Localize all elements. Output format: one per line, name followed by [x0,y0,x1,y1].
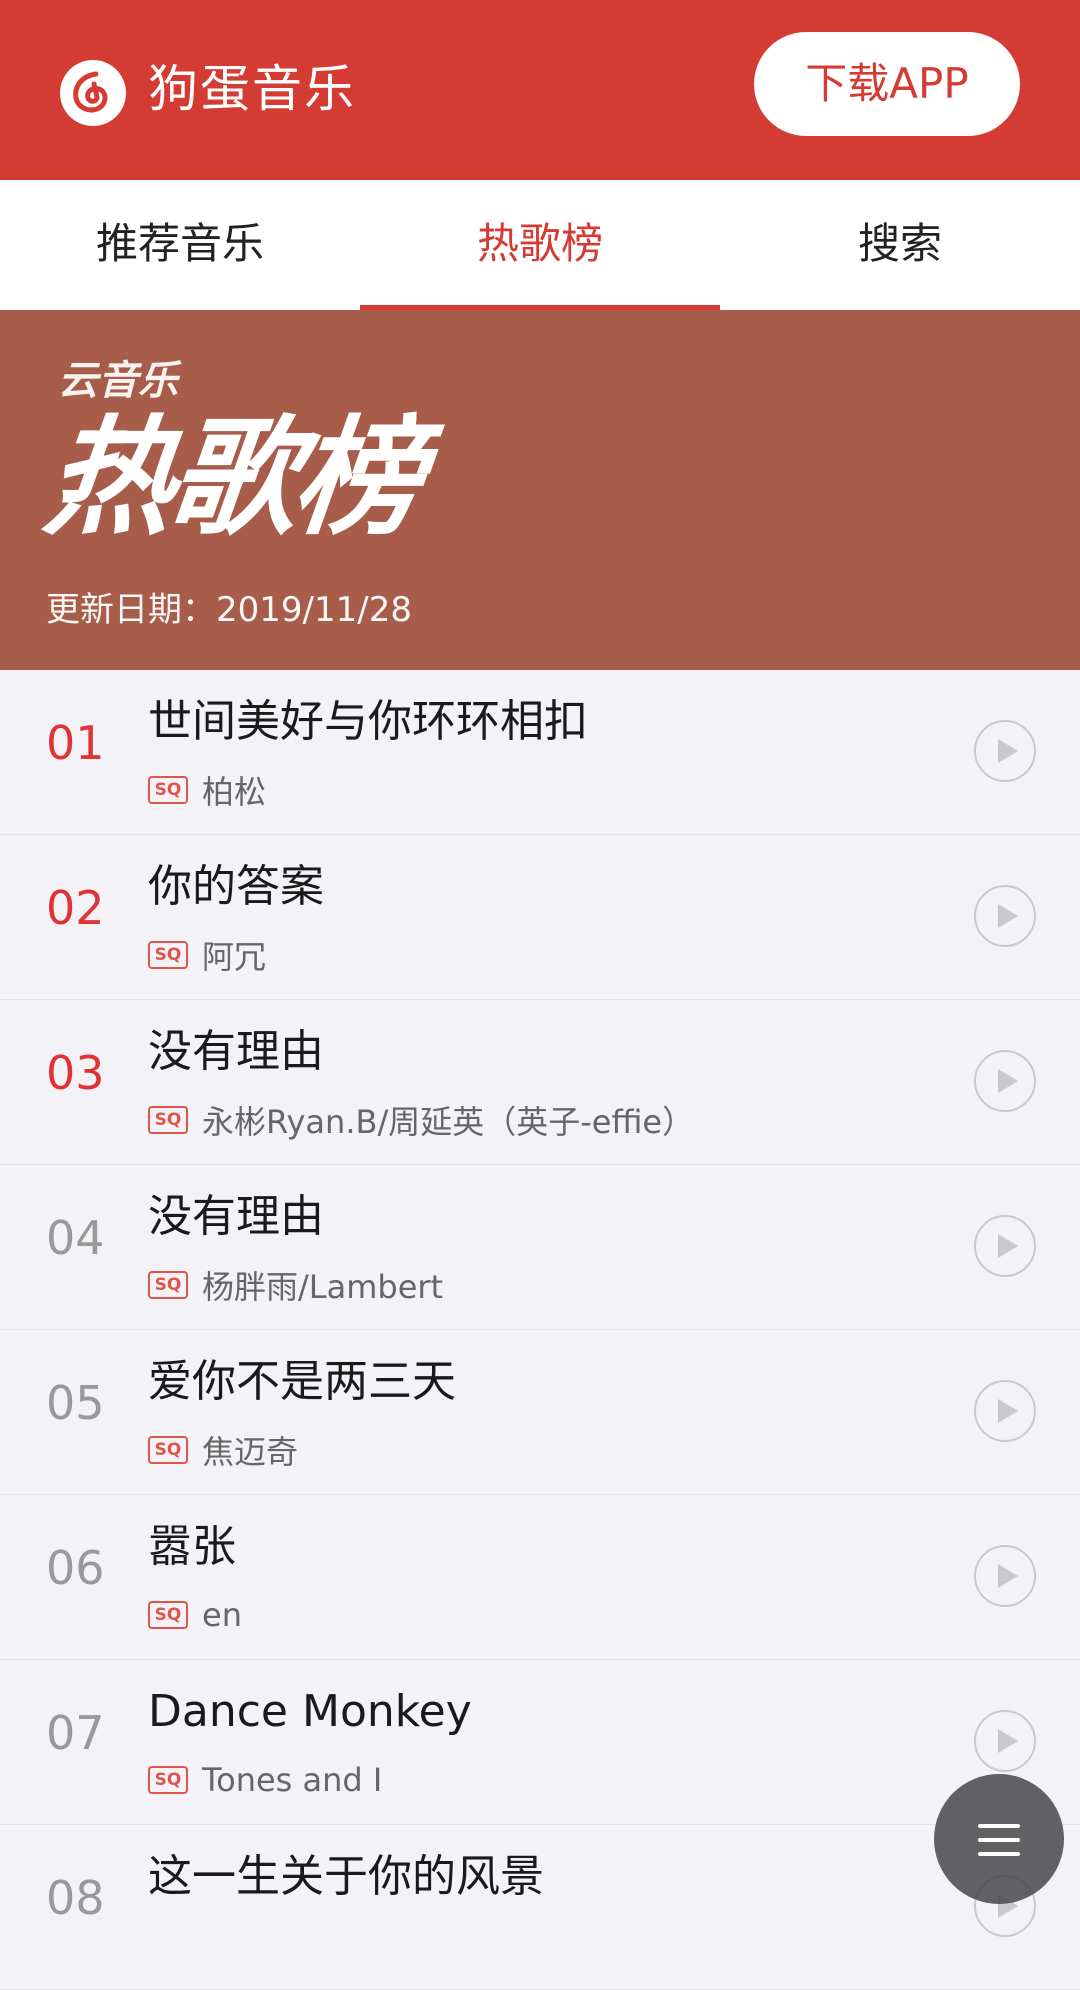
download-app-button[interactable]: 下载APP [754,32,1020,136]
song-row[interactable]: 04 没有理由 SQ 杨胖雨/Lambert [0,1165,1080,1330]
song-row[interactable]: 02 你的答案 SQ 阿冗 [0,835,1080,1000]
song-artist: en [202,1596,242,1634]
play-button[interactable] [974,885,1036,947]
song-title: 没有理由 [148,1191,324,1242]
song-title: 你的答案 [148,861,324,912]
sq-quality-badge: SQ [148,1436,188,1464]
song-meta: SQ 焦迈奇 [148,1428,928,1472]
play-icon [998,1564,1018,1588]
song-artist: 杨胖雨/Lambert [202,1268,444,1306]
app-header: 狗蛋音乐 下载APP [0,0,1080,180]
song-title: Dance Monkey [148,1686,472,1737]
song-rank: 08 [46,1871,105,1925]
song-rank: 01 [46,716,105,770]
song-meta: SQ 杨胖雨/Lambert [148,1263,928,1307]
tab-search[interactable]: 搜索 [720,180,1080,310]
song-row[interactable]: 06 嚣张 SQ en [0,1495,1080,1660]
tab-recommended-music[interactable]: 推荐音乐 [0,180,360,310]
song-rank: 07 [46,1706,105,1760]
sq-quality-badge: SQ [148,1106,188,1134]
song-rank: 06 [46,1541,105,1595]
song-row[interactable]: 05 爱你不是两三天 SQ 焦迈奇 [0,1330,1080,1495]
play-button[interactable] [974,720,1036,782]
play-button[interactable] [974,1380,1036,1442]
song-artist: 阿冗 [202,938,267,976]
song-artist: 焦迈奇 [202,1433,299,1471]
play-button[interactable] [974,1050,1036,1112]
song-title: 世间美好与你环环相扣 [148,696,588,747]
song-title: 爱你不是两三天 [148,1356,456,1407]
song-meta: SQ 阿冗 [148,933,928,977]
nav-tabs: 推荐音乐 热歌榜 搜索 [0,180,1080,310]
app-title: 狗蛋音乐 [148,60,356,118]
play-button[interactable] [974,1215,1036,1277]
sq-quality-badge: SQ [148,1766,188,1794]
song-row[interactable]: 08 这一生关于你的风景 [0,1825,1080,1990]
hot-chart-banner: 云音乐 热歌榜 更新日期：2019/11/28 [0,310,1080,670]
hamburger-menu-icon [978,1824,1020,1856]
sq-quality-badge: SQ [148,1601,188,1629]
play-button[interactable] [974,1710,1036,1772]
sq-quality-badge: SQ [148,941,188,969]
song-meta: SQ en [148,1593,928,1637]
netease-music-logo-icon[interactable] [60,60,126,126]
song-artist: 柏松 [202,773,267,811]
play-icon [998,1234,1018,1258]
banner-subtitle: 云音乐 [58,358,178,404]
play-icon [998,904,1018,928]
song-row[interactable]: 07 Dance Monkey SQ Tones and I [0,1660,1080,1825]
song-artist: Tones and I [202,1761,383,1799]
song-artist: 永彬Ryan.B/周延英（英子-effie） [202,1103,695,1141]
song-rank: 05 [46,1376,105,1430]
tab-hot-songs[interactable]: 热歌榜 [360,180,720,310]
song-title: 没有理由 [148,1026,324,1077]
play-icon [998,1069,1018,1093]
floating-menu-button[interactable] [934,1774,1064,1904]
song-rank: 02 [46,881,105,935]
song-rank: 04 [46,1211,105,1265]
banner-update-date: 更新日期：2019/11/28 [46,590,412,630]
play-icon [998,739,1018,763]
song-title: 这一生关于你的风景 [148,1851,544,1902]
sq-quality-badge: SQ [148,776,188,804]
play-icon [998,1729,1018,1753]
song-row[interactable]: 03 没有理由 SQ 永彬Ryan.B/周延英（英子-effie） [0,1000,1080,1165]
banner-title: 热歌榜 [38,404,426,553]
song-row[interactable]: 01 世间美好与你环环相扣 SQ 柏松 [0,670,1080,835]
sq-quality-badge: SQ [148,1271,188,1299]
play-button[interactable] [974,1545,1036,1607]
song-meta: SQ 永彬Ryan.B/周延英（英子-effie） [148,1098,928,1142]
song-list: 01 世间美好与你环环相扣 SQ 柏松 02 你的答案 SQ 阿冗 03 没有理… [0,670,1080,1990]
song-rank: 03 [46,1046,105,1100]
song-title: 嚣张 [148,1521,236,1572]
song-meta: SQ 柏松 [148,768,928,812]
song-meta: SQ Tones and I [148,1758,928,1802]
play-icon [998,1399,1018,1423]
